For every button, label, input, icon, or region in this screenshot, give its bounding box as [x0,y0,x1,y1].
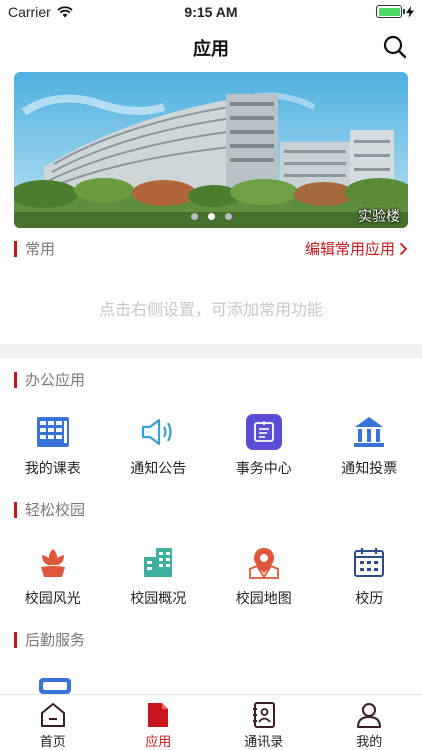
status-time: 9:15 AM [184,4,238,20]
tab-profile[interactable]: 我的 [317,695,422,750]
battery-icon [376,5,405,18]
app-label: 我的课表 [24,461,81,477]
calendar-icon [351,544,387,580]
section-title-campus: 轻松校园 [14,499,85,520]
status-right [376,5,414,18]
app-label: 通知公告 [130,461,187,477]
empty-common-hint: 点击右侧设置，可添加常用功能 [98,300,323,319]
campus-apps-grid: 校园风光 校园概况 校园地图 校历 [0,544,422,608]
section-marker [14,631,17,648]
chevron-right-icon [399,242,408,255]
apps-icon [148,703,169,727]
edit-link-label: 编辑常用应用 [304,240,395,258]
app-label: 校园风光 [24,591,81,607]
user-icon [357,703,382,728]
tab-apps[interactable]: 应用 [106,695,212,750]
carousel-dot-active[interactable] [207,213,215,220]
app-campus-scenery[interactable]: 校园风光 [0,544,106,608]
tab-contacts[interactable]: 通讯录 [211,695,317,750]
app-label: 校园地图 [235,591,292,607]
section-title-logistics: 后勤服务 [14,629,85,650]
tab-label: 通讯录 [244,735,284,750]
nav-bar: 应用 [0,24,422,70]
app-label: 通知投票 [341,461,398,477]
search-icon[interactable] [382,34,408,60]
page-title: 应用 [193,39,229,60]
app-label: 事务中心 [235,461,292,477]
tab-label: 首页 [39,735,66,750]
section-divider [0,344,422,358]
building-icon [140,544,176,580]
campus-building-image [14,72,408,228]
section-label: 轻松校园 [25,501,86,519]
charging-icon [406,5,414,18]
section-title-office: 办公应用 [14,369,85,390]
app-school-calendar[interactable]: 校历 [317,544,422,608]
section-title-common: 常用 [14,238,55,259]
section-marker [14,501,17,518]
app-campus-map[interactable]: 校园地图 [211,544,317,608]
app-my-timetable[interactable]: 我的课表 [0,414,106,478]
office-apps-grid: 我的课表 通知公告 事务中心 通知投票 [0,414,422,478]
carousel-dots [14,213,408,220]
affairs-icon [245,414,282,450]
carousel-dot[interactable] [224,213,232,220]
logistics-app-icon[interactable] [38,676,72,694]
banner-carousel[interactable]: 实验楼 [14,72,408,228]
app-label: 校历 [355,591,384,607]
section-label: 常用 [25,240,56,258]
home-icon [40,703,65,727]
tab-label: 我的 [356,735,383,750]
section-label: 后勤服务 [25,631,86,649]
status-bar: Carrier 9:15 AM [0,0,422,24]
vote-icon [351,414,387,450]
app-affairs-center[interactable]: 事务中心 [211,414,317,478]
app-vote[interactable]: 通知投票 [317,414,422,478]
section-label: 办公应用 [25,371,86,389]
speaker-icon [140,414,176,450]
tab-home[interactable]: 首页 [0,695,106,750]
app-label: 校园概况 [130,591,187,607]
edit-common-apps-link[interactable]: 编辑常用应用 [305,238,408,259]
app-campus-overview[interactable]: 校园概况 [106,544,212,608]
app-notice[interactable]: 通知公告 [106,414,212,478]
map-pin-icon [246,544,282,580]
contacts-icon [252,702,275,728]
timetable-icon [35,414,71,450]
carousel-dot[interactable] [190,213,198,220]
banner-caption: 实验楼 [358,209,400,225]
section-marker [14,371,17,388]
tab-bar: 首页 应用 通讯录 我的 [0,694,422,750]
tab-label: 应用 [145,735,172,750]
flower-icon [35,544,71,580]
section-marker [14,240,17,257]
